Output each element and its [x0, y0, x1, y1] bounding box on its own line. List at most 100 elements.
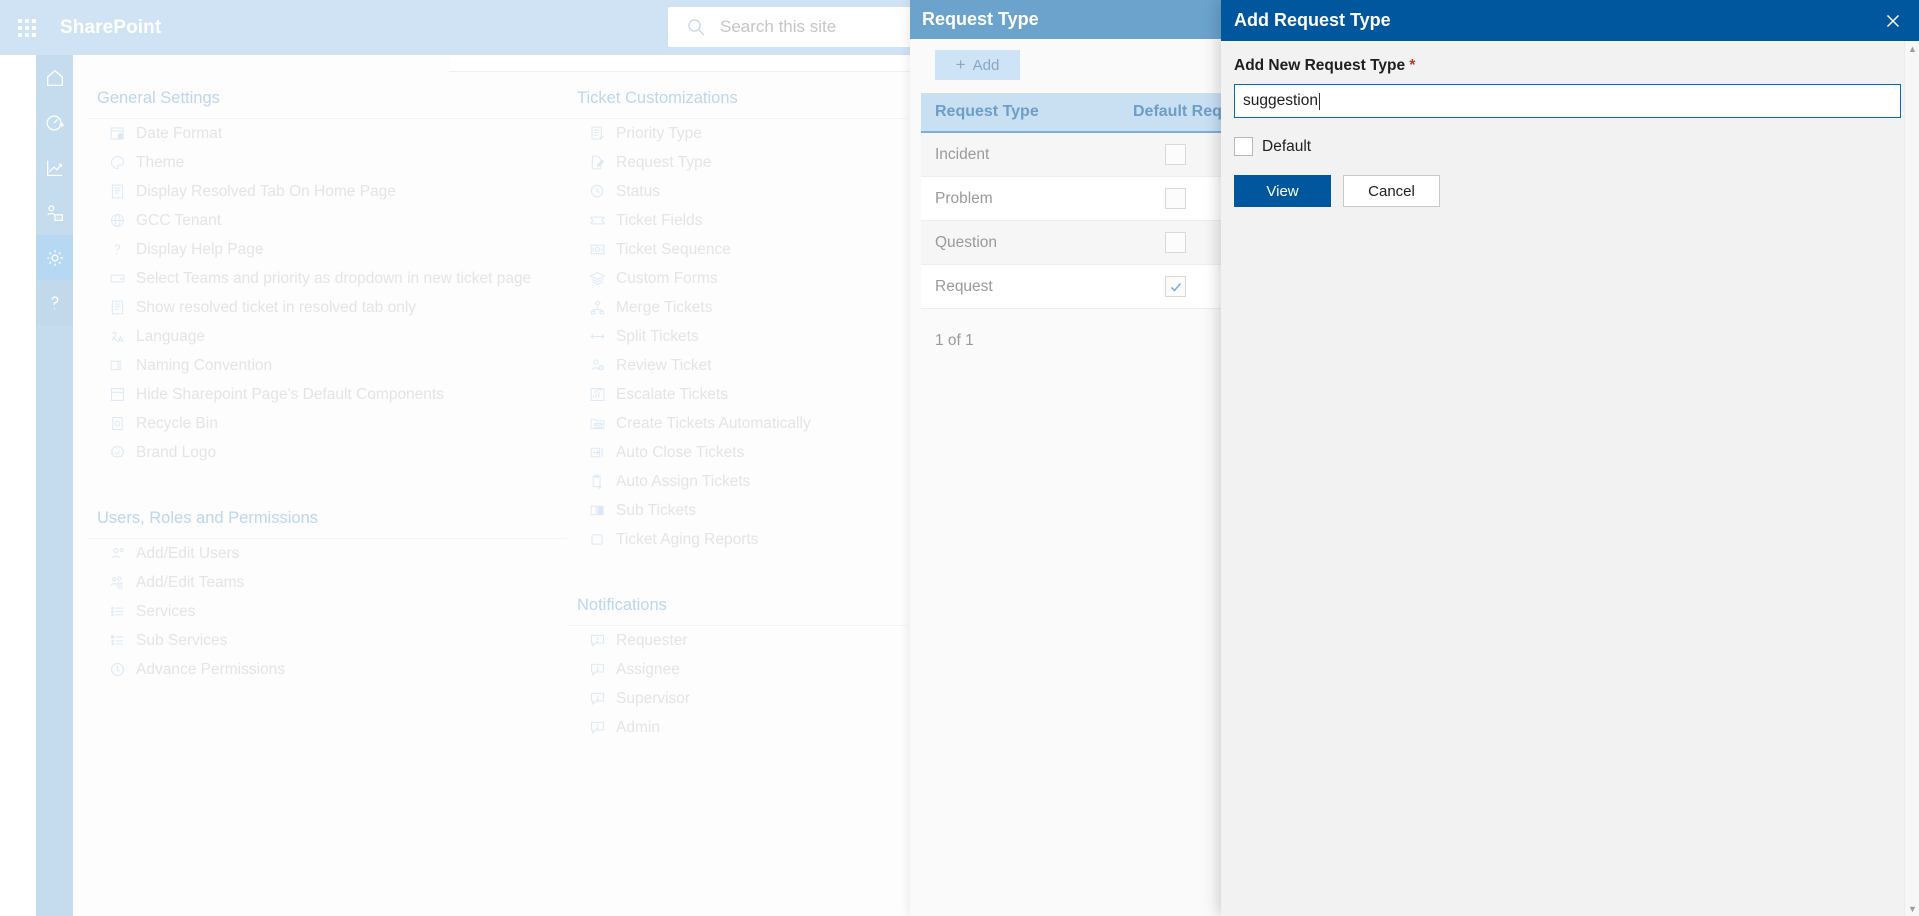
settings-option[interactable]: Display Help Page [87, 235, 567, 264]
settings-option-list: Date Format Theme Display Resolved Tab O… [87, 119, 567, 467]
question-icon [109, 241, 126, 258]
settings-option-label: Create Tickets Automatically [616, 414, 811, 432]
settings-option[interactable]: Naming Convention [87, 351, 567, 380]
settings-option[interactable]: Requester [567, 626, 907, 655]
settings-option-label: Request Type [616, 153, 712, 171]
settings-option[interactable]: Hide Sharepoint Page's Default Component… [87, 380, 567, 409]
cell-request-type: Problem [935, 189, 993, 207]
settings-option[interactable]: Create Tickets Automatically [567, 409, 907, 438]
sharepoint-brand[interactable]: SharePoint [60, 17, 161, 39]
settings-option[interactable]: Add/Edit Teams [87, 568, 567, 597]
badge-icon [109, 444, 126, 461]
app-launcher-icon[interactable] [12, 13, 42, 43]
people-icon [109, 545, 126, 562]
settings-option[interactable]: Language [87, 322, 567, 351]
settings-option[interactable]: Auto Close Tickets [567, 438, 907, 467]
default-checkbox[interactable] [1234, 137, 1253, 156]
help-icon [51, 295, 58, 309]
request-type-name-input[interactable]: suggestion [1234, 84, 1901, 118]
settings-option[interactable]: Select Teams and priority as dropdown in… [87, 264, 567, 293]
settings-option[interactable]: Status [567, 177, 907, 206]
settings-option[interactable]: Recycle Bin [87, 409, 567, 438]
default-checkbox[interactable] [1165, 188, 1186, 209]
column-header-request-type[interactable]: Request Type [921, 103, 1133, 121]
request-type-panel-title: Request Type [922, 9, 1039, 29]
settings-option[interactable]: Theme [87, 148, 567, 177]
settings-option[interactable]: Add/Edit Users [87, 539, 567, 568]
plus-icon: + [955, 55, 966, 74]
rail-item-teams[interactable] [36, 190, 73, 235]
dialog-body: Add New Request Type * suggestion Defaul… [1221, 41, 1919, 207]
settings-card-notifications: Notifications Requester Assignee Supervi… [567, 582, 907, 756]
settings-option-label: Sub Services [136, 631, 228, 649]
scroll-down-arrow[interactable]: ▼ [1905, 901, 1919, 916]
settings-option[interactable]: Priority Type [567, 119, 907, 148]
rail-item-home[interactable] [36, 55, 73, 100]
settings-option[interactable]: Ticket Sequence [567, 235, 907, 264]
settings-option-label: Naming Convention [136, 356, 273, 374]
settings-option[interactable]: Display Resolved Tab On Home Page [87, 177, 567, 206]
dialog-header: Add Request Type [1221, 0, 1919, 41]
settings-option[interactable]: Show resolved ticket in resolved tab onl… [87, 293, 567, 322]
settings-option[interactable]: Brand Logo [87, 438, 567, 467]
settings-card-users: Users, Roles and Permissions Add/Edit Us… [87, 495, 567, 698]
settings-option-label: Custom Forms [616, 269, 718, 287]
default-checkbox[interactable] [1165, 144, 1186, 165]
settings-option[interactable]: Custom Forms [567, 264, 907, 293]
sequence-icon [589, 241, 606, 258]
settings-option-label: Priority Type [616, 124, 702, 142]
settings-option[interactable]: GCC Tenant [87, 206, 567, 235]
settings-option[interactable]: Sub Tickets [567, 496, 907, 525]
settings-option[interactable]: Supervisor [567, 684, 907, 713]
view-button[interactable]: View [1234, 175, 1331, 207]
settings-option-label: Select Teams and priority as dropdown in… [136, 269, 532, 287]
default-checkbox-row[interactable]: Default [1234, 137, 1901, 156]
people-team-icon [109, 574, 126, 591]
settings-option[interactable]: Assignee [567, 655, 907, 684]
settings-option[interactable]: Merge Tickets [567, 293, 907, 322]
settings-option[interactable]: Review Ticket [567, 351, 907, 380]
settings-option[interactable]: Ticket Fields [567, 206, 907, 235]
text-caret [1318, 92, 1320, 110]
rail-item-help[interactable] [36, 280, 73, 325]
scroll-up-arrow[interactable]: ▲ [1905, 41, 1919, 56]
globe-icon [109, 212, 126, 229]
settings-option[interactable]: Advance Permissions [87, 655, 567, 684]
settings-card-general: General Settings Date Format Theme Displ… [87, 75, 567, 481]
settings-column-left: General Settings Date Format Theme Displ… [87, 75, 567, 712]
required-asterisk: * [1409, 57, 1416, 74]
comment-icon [589, 632, 606, 649]
translate-icon [109, 328, 126, 345]
settings-option[interactable]: Sub Services [87, 626, 567, 655]
rail-item-dashboard[interactable] [36, 100, 73, 145]
close-icon[interactable] [1883, 11, 1903, 31]
layers-icon [589, 270, 606, 287]
check-icon [1170, 282, 1181, 292]
card-title: General Settings [87, 75, 567, 119]
rail-item-analytics[interactable] [36, 145, 73, 190]
escalate-chart-icon [589, 386, 606, 403]
cell-request-type: Question [935, 233, 998, 251]
settings-option-list: Add/Edit Users Add/Edit Teams Services S… [87, 539, 567, 684]
calendar-clock-icon [109, 125, 126, 142]
field-label: Add New Request Type * [1234, 57, 1901, 75]
settings-option[interactable]: Escalate Tickets [567, 380, 907, 409]
add-request-type-button[interactable]: + Add [935, 50, 1020, 80]
rail-item-settings[interactable] [36, 235, 73, 280]
split-icon [589, 328, 606, 345]
settings-option[interactable]: Auto Assign Tickets [567, 467, 907, 496]
settings-option-list: Priority Type Request Type Status Ticket… [567, 119, 907, 554]
settings-option-label: Admin [616, 718, 660, 736]
settings-option[interactable]: Split Tickets [567, 322, 907, 351]
dialog-scrollbar[interactable]: ▲ ▼ [1904, 41, 1919, 916]
default-checkbox[interactable] [1165, 232, 1186, 253]
cancel-button[interactable]: Cancel [1343, 175, 1440, 207]
settings-option[interactable]: Ticket Aging Reports [567, 525, 907, 554]
settings-option[interactable]: Admin [567, 713, 907, 742]
settings-option[interactable]: Date Format [87, 119, 567, 148]
settings-option[interactable]: Services [87, 597, 567, 626]
card-title: Notifications [567, 582, 907, 626]
document-icon [109, 299, 126, 316]
default-checkbox-checked[interactable] [1165, 276, 1186, 297]
settings-option[interactable]: Request Type [567, 148, 907, 177]
